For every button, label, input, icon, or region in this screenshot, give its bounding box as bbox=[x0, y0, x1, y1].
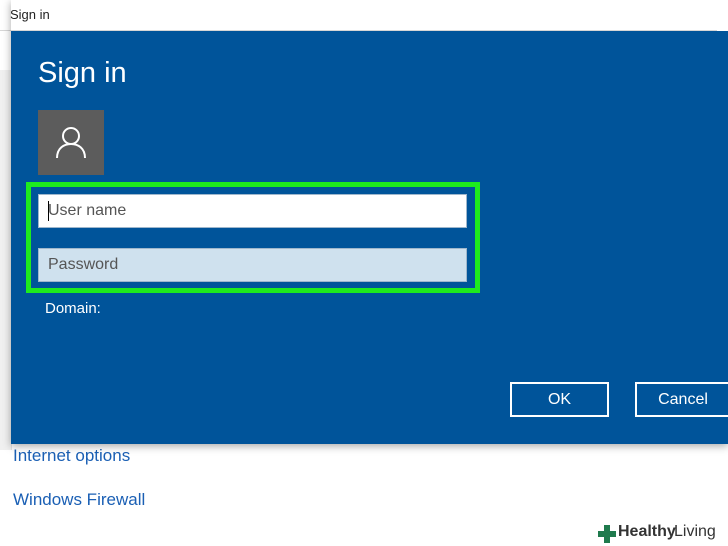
username-field[interactable] bbox=[38, 194, 467, 228]
user-icon bbox=[56, 127, 86, 159]
windows-firewall-link[interactable]: Windows Firewall bbox=[13, 490, 145, 510]
watermark-text-regular: Living bbox=[674, 523, 716, 540]
watermark: Healthy Living bbox=[594, 520, 728, 546]
password-field[interactable] bbox=[38, 248, 467, 282]
plus-logo-icon bbox=[598, 525, 616, 543]
sign-in-dialog: Sign in Domain: OK Cancel bbox=[11, 0, 728, 444]
watermark-text-bold: Healthy bbox=[618, 523, 676, 540]
cancel-button[interactable]: Cancel bbox=[635, 382, 728, 417]
avatar bbox=[38, 110, 104, 175]
text-cursor bbox=[48, 201, 49, 221]
ok-button[interactable]: OK bbox=[510, 382, 609, 417]
internet-options-link[interactable]: Internet options bbox=[13, 446, 130, 466]
dialog-body: Sign in Domain: OK Cancel bbox=[11, 31, 728, 444]
dialog-heading: Sign in bbox=[38, 57, 127, 89]
domain-label: Domain: bbox=[45, 300, 101, 317]
